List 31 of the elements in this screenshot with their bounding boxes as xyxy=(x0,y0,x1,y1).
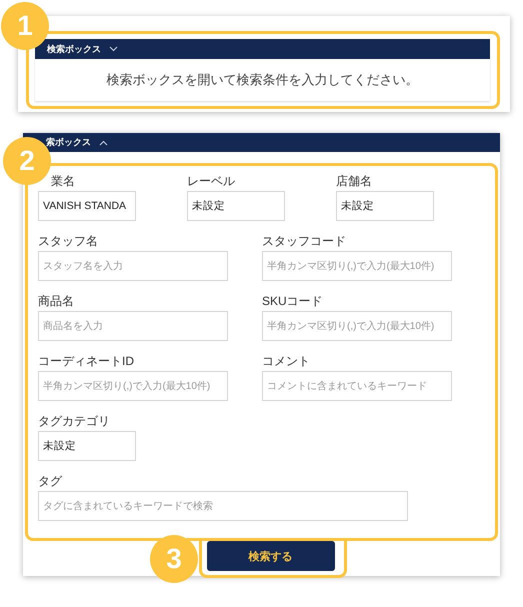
field-label: コメント xyxy=(262,353,311,370)
input-field[interactable]: 未設定 xyxy=(38,431,136,461)
step-number-badge: 3 xyxy=(150,535,198,583)
input-field[interactable]: 未設定 xyxy=(336,191,434,221)
field-label: スタッフ名 xyxy=(38,233,99,250)
field-label: 商品名 xyxy=(38,293,75,310)
chevron-down-icon[interactable] xyxy=(109,46,118,52)
input-field[interactable]: 半角カンマ区切り(,)で入力(最大10件) xyxy=(262,251,452,281)
input-field[interactable]: 未設定 xyxy=(187,191,285,221)
field-label: 店舗名 xyxy=(336,173,373,190)
field-label: レーベル xyxy=(187,173,236,190)
field-label: SKUコード xyxy=(262,293,324,310)
panel-title: 検索ボックス xyxy=(47,42,101,56)
field-label: コーディネートID xyxy=(38,353,135,370)
input-field[interactable]: スタッフ名を入力 xyxy=(38,251,228,281)
input-field[interactable]: コメントに含まれているキーワード xyxy=(262,371,452,401)
chevron-up-icon[interactable] xyxy=(99,140,108,146)
field-label: タグ xyxy=(38,473,64,490)
input-field[interactable]: 半角カンマ区切り(,)で入力(最大10件) xyxy=(262,311,452,341)
input-field[interactable]: 半角カンマ区切り(,)で入力(最大10件) xyxy=(38,371,228,401)
input-field[interactable]: タグに含まれているキーワードで検索 xyxy=(38,491,408,521)
panel-header[interactable]: 索ボックス xyxy=(23,133,500,152)
field-label: タグカテゴリ xyxy=(38,413,111,430)
input-field[interactable]: VANISH STANDA xyxy=(38,191,136,221)
field-label: スタッフコード xyxy=(262,233,347,250)
instruction-text: 検索ボックスを開いて検索条件を入力してください。 xyxy=(106,71,418,89)
panel-header[interactable]: 検索ボックス xyxy=(35,39,490,59)
field-label: 業名 xyxy=(50,173,76,190)
search-button[interactable]: 検索する xyxy=(206,541,334,571)
panel-title: 索ボックス xyxy=(46,136,91,149)
input-field[interactable]: 商品名を入力 xyxy=(38,311,228,341)
